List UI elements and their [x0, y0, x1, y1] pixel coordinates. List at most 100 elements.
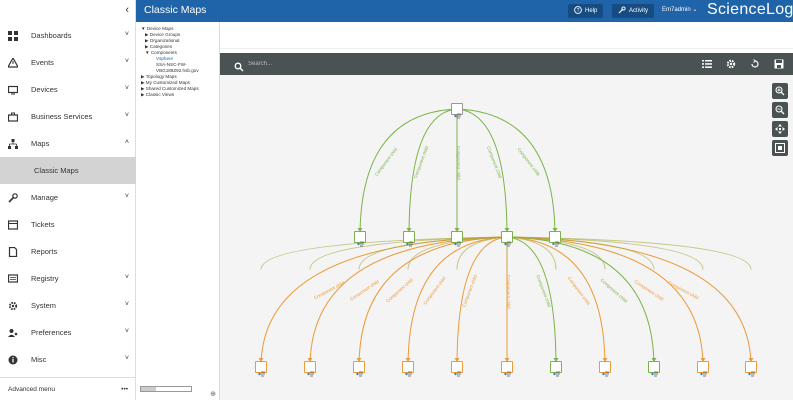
nav-item-maps[interactable]: Maps ˄	[0, 130, 136, 157]
leaf-node[interactable]	[304, 361, 316, 377]
edge-label: Component child	[313, 280, 346, 300]
leaf-node[interactable]	[697, 361, 709, 377]
component-node[interactable]	[354, 231, 366, 247]
more-options-icon[interactable]: •••	[121, 386, 128, 393]
chevron-down-icon: ˅	[124, 274, 129, 281]
sciencelogic-logo: ScienceLogic	[707, 1, 793, 18]
zoom-out-button[interactable]	[772, 102, 788, 118]
edge-label: Component child	[349, 279, 380, 302]
leaf-node[interactable]	[599, 361, 611, 377]
activity-button[interactable]: Activity	[612, 4, 655, 18]
leaf-node[interactable]	[451, 361, 463, 377]
wrench-icon	[618, 6, 626, 16]
component-node[interactable]	[549, 231, 561, 247]
leaf-node[interactable]	[255, 361, 267, 377]
collapse-nav-button[interactable]: ‹	[125, 4, 129, 16]
chevron-up-icon: ˄	[124, 139, 129, 146]
root-node[interactable]	[451, 103, 463, 119]
component-node[interactable]	[403, 231, 415, 247]
component-icon	[651, 364, 658, 377]
leaf-node[interactable]	[402, 361, 414, 377]
component-icon	[454, 364, 461, 377]
user-gear-icon	[8, 328, 18, 338]
list-view-icon[interactable]	[701, 58, 713, 70]
user-menu[interactable]: Em7admin ⌄	[662, 6, 697, 13]
help-icon: ?	[574, 6, 582, 16]
leaf-node[interactable]	[745, 361, 757, 377]
leaf-node[interactable]	[353, 361, 365, 377]
map-panel: Component childComponent childComponent …	[219, 22, 793, 400]
edge-label: Component child	[567, 276, 592, 306]
search-input[interactable]	[248, 57, 448, 71]
nav-item-label: Maps	[31, 139, 50, 148]
nav-item-dashboards[interactable]: Dashboards ˅	[0, 22, 136, 49]
wrench-icon	[8, 192, 18, 203]
chevron-down-icon: ˅	[124, 85, 129, 92]
component-icon	[406, 234, 413, 247]
nav-item-misc[interactable]: Misc ˅	[0, 346, 136, 373]
chevron-down-icon: ˅	[124, 58, 129, 65]
advanced-menu-label: Advanced menu	[8, 385, 55, 393]
nav-item-manage[interactable]: Manage ˅	[0, 184, 136, 211]
nav-item-classic-maps[interactable]: Classic Maps	[0, 157, 136, 184]
magnifier-icon[interactable]: ⊕	[210, 391, 216, 398]
page-title: Classic Maps	[144, 4, 207, 16]
nav-item-business-services[interactable]: Business Services ˅	[0, 103, 136, 130]
component-icon	[700, 364, 707, 377]
component-icon	[356, 364, 363, 377]
fit-to-screen-icon[interactable]	[772, 140, 788, 156]
nav-item-label: Tickets	[31, 220, 55, 229]
tree-node[interactable]: ▶ Classic Views	[141, 92, 218, 98]
nav-item-system[interactable]: System ˅	[0, 292, 136, 319]
dashboard-icon	[8, 30, 18, 41]
nav-item-registry[interactable]: Registry ˅	[0, 265, 136, 292]
registry-icon	[8, 273, 18, 284]
nav-item-label: Business Services	[31, 112, 93, 121]
edge-label: Component child	[506, 275, 511, 309]
nav-item-devices[interactable]: Devices ˅	[0, 76, 136, 103]
chevron-down-icon: ˅	[124, 328, 129, 335]
map-tree-panel: ▼ Device Maps ▶ Device Groups ▶ Organiza…	[137, 22, 218, 400]
edge-label: Component child	[667, 280, 700, 301]
side-navigation: ‹ Dashboards ˅ Events ˅ Devices ˅ Busine…	[0, 0, 136, 400]
nav-item-tickets[interactable]: Tickets	[0, 211, 136, 238]
map-edge	[506, 236, 752, 368]
component-icon	[258, 364, 265, 377]
edge-label: Component child	[516, 147, 541, 177]
app-root: ‹ Dashboards ˅ Events ˅ Devices ˅ Busine…	[0, 0, 793, 400]
gear-icon[interactable]	[725, 58, 737, 70]
component-node[interactable]	[501, 231, 513, 247]
horizontal-scrollbar[interactable]	[140, 386, 192, 392]
save-icon[interactable]	[773, 58, 785, 70]
leaf-node[interactable]	[501, 361, 513, 377]
leaf-node[interactable]	[550, 361, 562, 377]
map-edge-overlay	[260, 236, 508, 270]
reset-icon[interactable]	[749, 58, 761, 70]
leaf-node[interactable]	[648, 361, 660, 377]
map-canvas[interactable]: Component child Component child Component …	[220, 75, 793, 400]
advanced-menu-footer[interactable]: Advanced menu •••	[0, 377, 136, 400]
map-header	[220, 22, 793, 49]
edge-label: Component child	[633, 279, 664, 302]
map-edge	[260, 236, 508, 368]
nav-item-label: Devices	[31, 85, 58, 94]
pan-icon[interactable]	[772, 121, 788, 137]
activity-label: Activity	[629, 8, 649, 14]
component-node[interactable]	[451, 231, 463, 247]
nav-item-label: Preferences	[31, 328, 72, 337]
component-icon	[748, 364, 755, 377]
chevron-down-icon: ˅	[124, 31, 129, 38]
chevron-down-icon: ˅	[124, 193, 129, 200]
help-button[interactable]: ? Help	[568, 4, 604, 18]
nav-item-reports[interactable]: Reports	[0, 238, 136, 265]
scrollbar-thumb[interactable]	[141, 387, 156, 391]
map-edge	[506, 236, 655, 368]
zoom-in-button[interactable]	[772, 83, 788, 99]
nav-item-preferences[interactable]: Preferences ˅	[0, 319, 136, 346]
search-icon	[234, 59, 244, 72]
nav-item-label: Registry	[31, 274, 59, 283]
component-icon	[405, 364, 412, 377]
component-icon	[454, 106, 461, 119]
nav-item-events[interactable]: Events ˅	[0, 49, 136, 76]
edge-label: Component child	[456, 146, 461, 180]
